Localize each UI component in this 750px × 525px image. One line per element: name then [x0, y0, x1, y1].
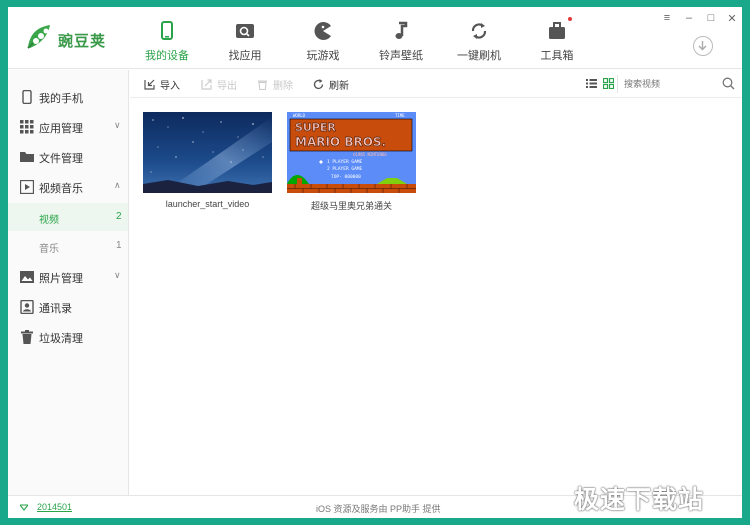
list-view-icon[interactable] — [586, 78, 597, 89]
download-manager-button[interactable] — [693, 36, 713, 56]
sidebar-item-label: 通讯录 — [39, 303, 72, 315]
sidebar-item-label: 应用管理 — [39, 123, 83, 135]
maximize-button[interactable]: □ — [703, 12, 719, 24]
nav-label: 工具箱 — [540, 50, 574, 62]
minimize-button[interactable]: – — [681, 12, 697, 24]
app-window: 豌豆荚 我的设备 找应用 玩游戏 铃声壁纸 一键刷机 工具箱 ≡ – □ ✕ 我… — [8, 7, 742, 518]
mario-player2: 2 PLAYER GAME — [327, 166, 363, 172]
delete-label: 删除 — [273, 81, 293, 92]
mario-time-label: TIME — [395, 113, 405, 118]
refresh-button[interactable]: 刷新 — [313, 77, 349, 92]
sidebar-subitem-video[interactable]: 视频 2 — [8, 203, 128, 231]
search-box — [617, 75, 737, 93]
folder-icon — [20, 152, 34, 162]
export-icon — [201, 79, 212, 90]
mario-logo-line2: MARIO BROS. — [295, 135, 386, 149]
content-toolbar: 导入 导出 删除 刷新 — [130, 70, 742, 98]
phone-icon — [161, 21, 173, 40]
trash-icon — [258, 80, 267, 90]
music-note-icon — [395, 21, 408, 39]
video-title: 超级马里奥兄弟通关 — [310, 201, 392, 211]
nav-label: 一键刷机 — [457, 50, 501, 62]
video-item[interactable]: launcher_start_video — [143, 112, 272, 209]
chevron-up-icon: ∧ — [114, 180, 121, 190]
nav-label: 玩游戏 — [306, 50, 340, 62]
nav-label: 找应用 — [228, 50, 262, 62]
chevron-down-icon: ∨ — [114, 120, 121, 130]
sidebar-item-label: 垃圾清理 — [39, 333, 83, 345]
download-arrow-icon — [698, 41, 707, 51]
sidebar-item-label: 文件管理 — [39, 153, 83, 165]
sidebar-item-contacts[interactable]: 通讯录 — [8, 292, 128, 322]
version-link[interactable]: 2014501 — [37, 502, 72, 512]
sidebar-subitem-label: 音乐 — [39, 244, 59, 255]
mario-player1: 1 PLAYER GAME — [327, 159, 363, 165]
menu-button[interactable]: ≡ — [659, 12, 675, 24]
mario-logo-line1: SUPER — [295, 121, 336, 134]
sidebar-item-label: 我的手机 — [39, 93, 83, 105]
notification-dot — [568, 17, 572, 21]
nav-label: 铃声壁纸 — [379, 50, 423, 62]
chevron-down-icon: ∨ — [114, 270, 121, 280]
brand-name: 豌豆荚 — [58, 33, 107, 50]
video-title: launcher_start_video — [165, 199, 250, 209]
sidebar: 我的手机 应用管理 ∨ 文件管理 视频音乐 ∧ 视频 2 音乐 1 照片管理 ∨… — [8, 70, 129, 495]
nav-games[interactable]: 玩游戏 — [283, 21, 363, 63]
refresh-icon — [313, 79, 324, 90]
sidebar-subitem-label: 视频 — [39, 215, 59, 226]
sidebar-subitem-count: 2 — [116, 211, 122, 222]
refresh-icon — [471, 23, 487, 39]
trash-icon — [21, 330, 33, 344]
sidebar-item-label: 照片管理 — [39, 273, 83, 285]
contact-icon — [20, 300, 34, 314]
export-button[interactable]: 导出 — [201, 77, 237, 92]
pacman-icon — [314, 22, 331, 40]
nav-toolbox[interactable]: 工具箱 — [517, 21, 597, 63]
nav-find-apps[interactable]: 找应用 — [205, 21, 285, 63]
close-button[interactable]: ✕ — [724, 12, 740, 25]
phone-icon — [22, 90, 32, 104]
video-thumbnail[interactable]: WORLD TIME SUPER MARIO BROS. ©1985 NINTE… — [287, 112, 416, 193]
grid-icon — [20, 120, 34, 134]
nav-label: 我的设备 — [145, 50, 189, 62]
search-input[interactable] — [624, 77, 718, 91]
video-item[interactable]: WORLD TIME SUPER MARIO BROS. ©1985 NINTE… — [287, 112, 416, 212]
import-label: 导入 — [160, 81, 180, 92]
image-icon — [20, 271, 34, 283]
mario-top-score: TOP- 000000 — [331, 174, 361, 180]
delete-button[interactable]: 删除 — [257, 77, 293, 92]
sidebar-item-my-phone[interactable]: 我的手机 — [8, 82, 128, 112]
sidebar-item-label: 视频音乐 — [39, 183, 83, 195]
wandoujia-logo-icon — [27, 25, 50, 49]
nav-ringtones[interactable]: 铃声壁纸 — [361, 21, 441, 63]
video-thumbnail[interactable] — [143, 112, 272, 193]
sidebar-item-junk-clean[interactable]: 垃圾清理 — [8, 322, 128, 352]
sidebar-subitem-music[interactable]: 音乐 1 — [8, 232, 128, 260]
import-button[interactable]: 导入 — [144, 77, 180, 92]
video-grid: launcher_start_video WORLD TIME SUPER MA… — [130, 99, 742, 495]
sidebar-item-photo-management[interactable]: 照片管理 ∨ — [8, 262, 128, 292]
nav-flash[interactable]: 一键刷机 — [439, 21, 519, 63]
search-box-icon — [236, 24, 254, 38]
sidebar-subitem-count: 1 — [116, 240, 122, 251]
mario-copyright: ©1985 NINTENDO — [353, 152, 387, 157]
wifi-icon — [20, 504, 28, 511]
top-header: 豌豆荚 我的设备 找应用 玩游戏 铃声壁纸 一键刷机 工具箱 ≡ – □ ✕ — [8, 7, 742, 69]
sidebar-item-file-management[interactable]: 文件管理 — [8, 142, 128, 172]
search-icon[interactable] — [722, 77, 735, 90]
sidebar-item-video-music[interactable]: 视频音乐 ∧ — [8, 172, 128, 202]
nav-my-device[interactable]: 我的设备 — [127, 21, 207, 63]
mario-world-label: WORLD — [293, 113, 306, 118]
import-icon — [144, 79, 155, 90]
toolbox-icon — [549, 22, 565, 39]
grid-view-icon[interactable] — [603, 78, 614, 89]
export-label: 导出 — [217, 81, 237, 92]
media-icon — [20, 180, 34, 194]
service-notice: iOS 资源及服务由 PP助手 提供 — [316, 504, 441, 514]
refresh-label: 刷新 — [329, 81, 349, 92]
watermark-text: 极速下载站 — [574, 486, 705, 514]
sidebar-item-app-management[interactable]: 应用管理 ∨ — [8, 112, 128, 142]
